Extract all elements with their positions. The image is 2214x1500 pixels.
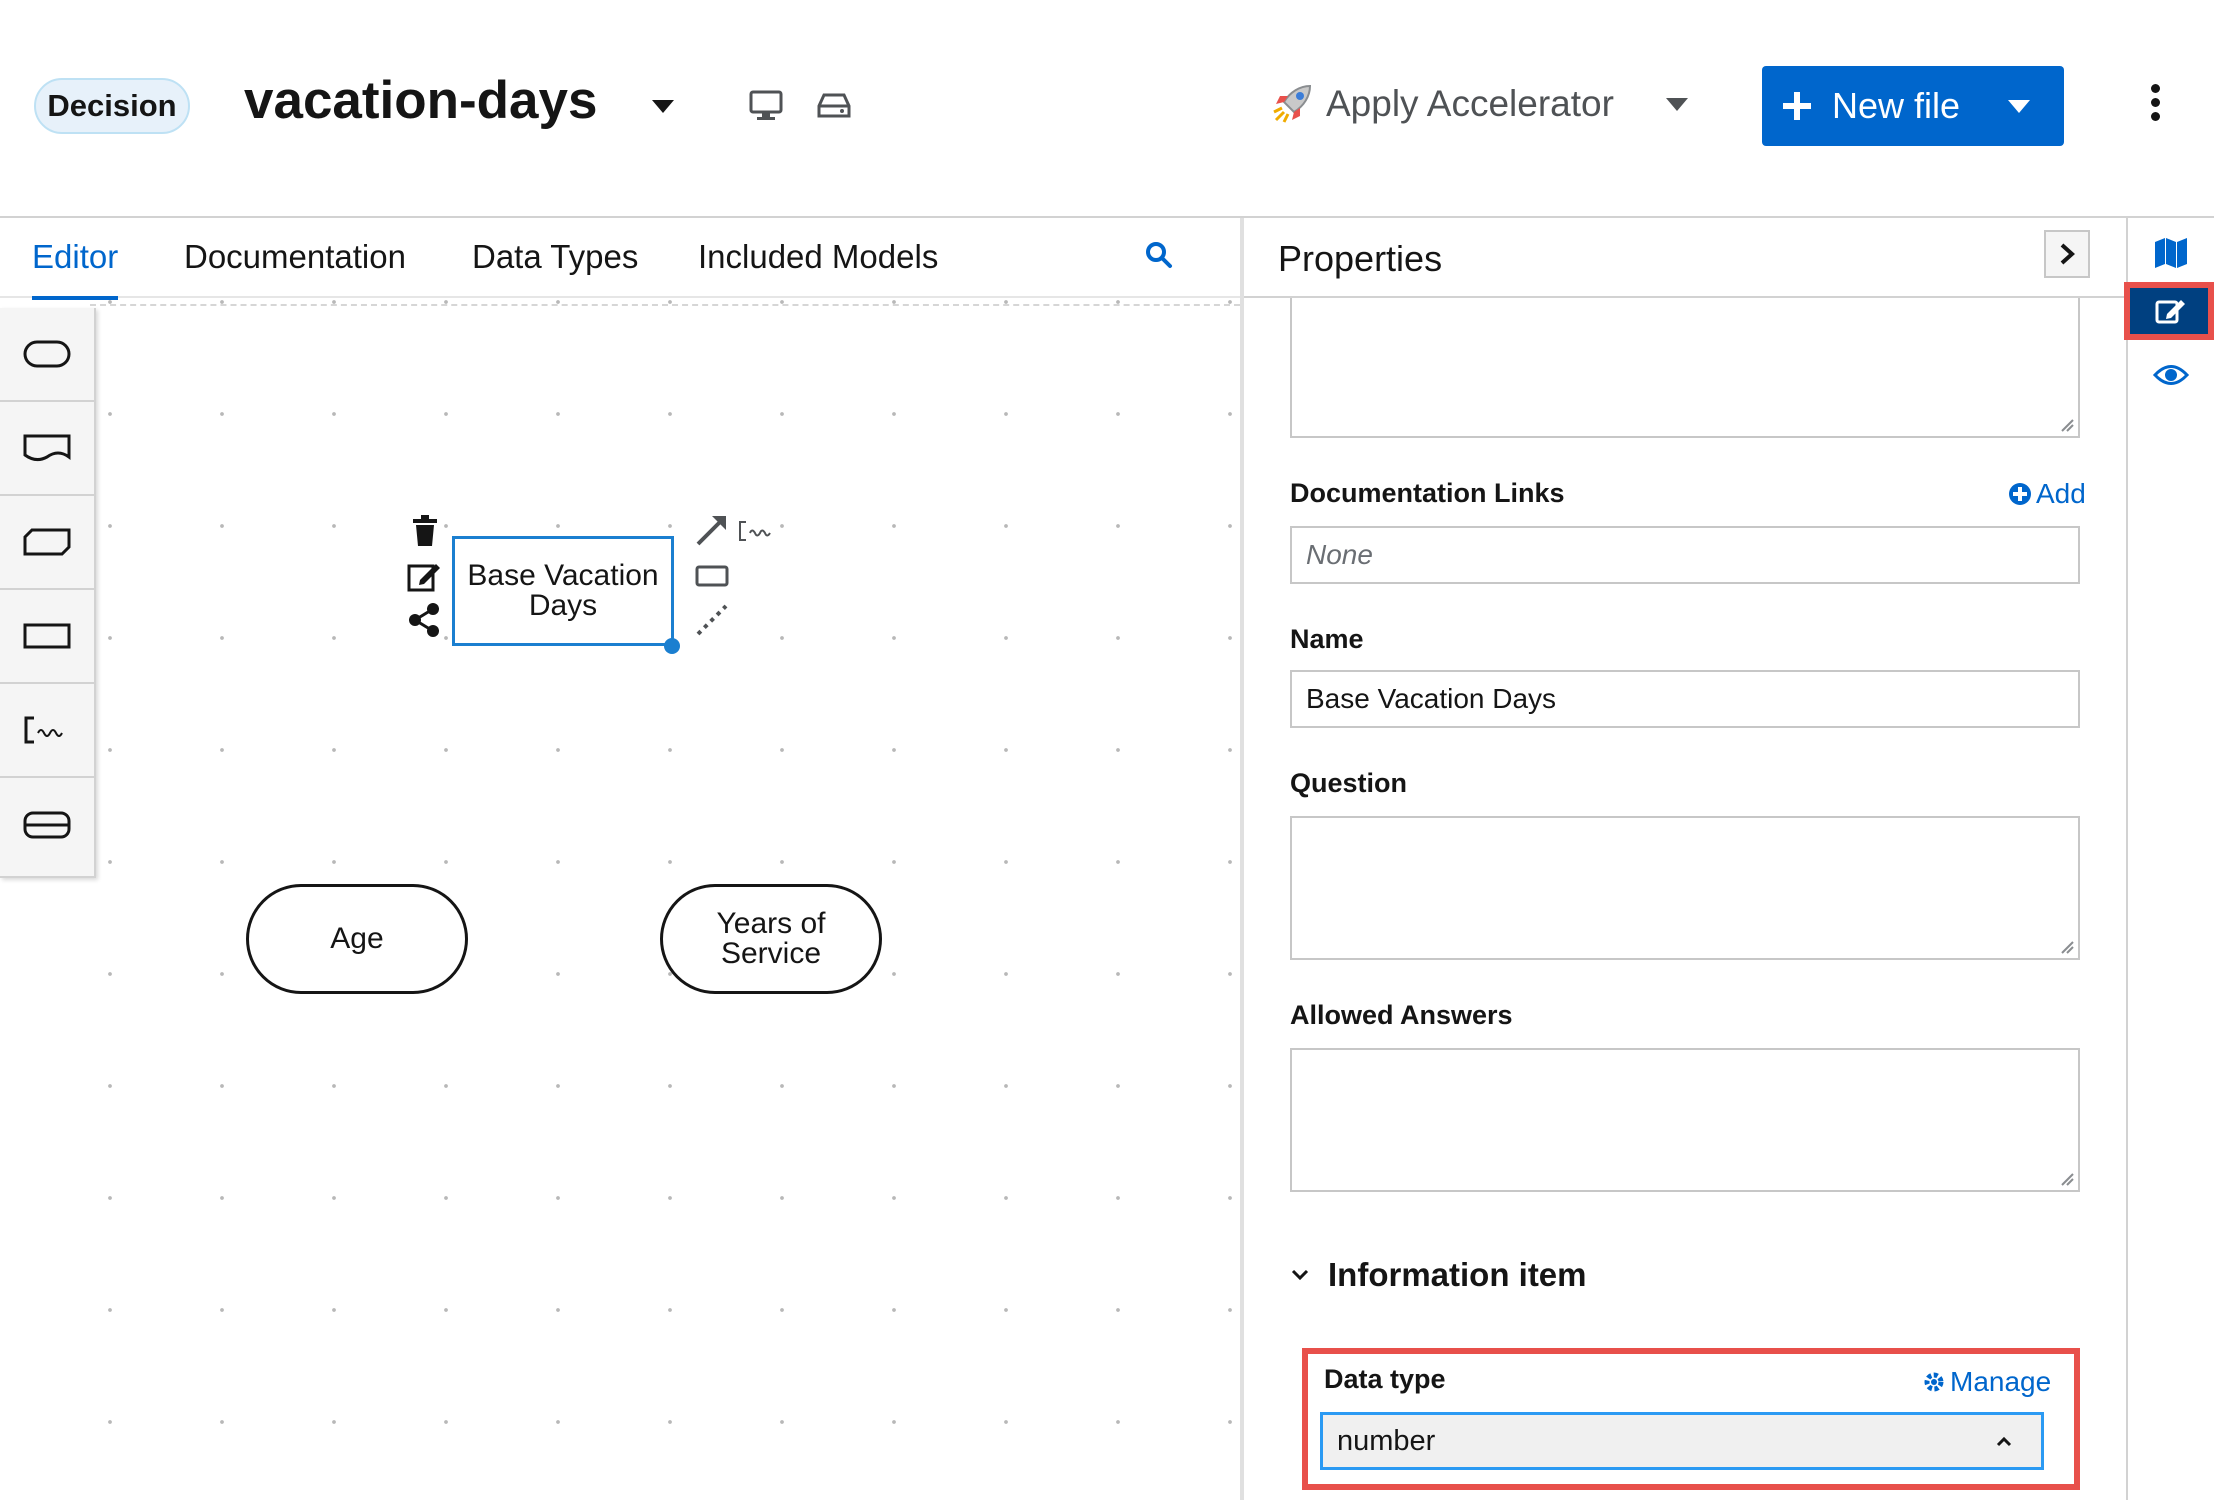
add-label: Add: [2036, 478, 2086, 509]
information-item-section-toggle[interactable]: Information item: [1290, 1256, 1587, 1294]
question-textarea[interactable]: [1290, 816, 2080, 960]
diagram-canvas[interactable]: [0, 298, 1240, 1500]
morph-shape-icon[interactable]: [694, 562, 730, 590]
documentation-links-label: Documentation Links: [1290, 478, 1565, 508]
palette-business-knowledge[interactable]: [0, 496, 94, 590]
properties-title: Properties: [1278, 238, 1443, 279]
description-textarea[interactable]: [1290, 298, 2080, 438]
palette-input-data[interactable]: [0, 308, 94, 402]
input-data-node-age[interactable]: Age: [246, 884, 468, 994]
tab-data-types[interactable]: Data Types: [472, 238, 638, 276]
new-file-label: New file: [1832, 85, 1961, 126]
chevron-down-icon: [1291, 1269, 1309, 1281]
palette-decision[interactable]: [0, 590, 94, 684]
file-menu-caret-icon[interactable]: [652, 100, 674, 113]
name-input[interactable]: Base Vacation Days: [1290, 670, 2080, 728]
name-label: Name: [1290, 624, 1364, 654]
data-type-value: number: [1337, 1424, 1436, 1457]
map-icon: [2155, 238, 2187, 268]
shape-palette: [0, 308, 96, 878]
chevron-right-icon: [2060, 243, 2075, 265]
editor-tabs: Editor Documentation Data Types Included…: [0, 218, 1240, 300]
apply-accelerator-label: Apply Accelerator: [1326, 83, 1614, 124]
accelerator-caret-icon: [1665, 97, 1688, 111]
edit-button-highlight-box: [2124, 282, 2214, 340]
node-label: Base Vacation Days: [467, 559, 659, 622]
navigator-map-button[interactable]: [2128, 222, 2214, 284]
eye-icon: [2153, 365, 2189, 385]
add-documentation-link-button[interactable]: Add: [2008, 478, 2086, 510]
tab-included-models[interactable]: Included Models: [698, 238, 938, 276]
hard-drive-icon[interactable]: [816, 92, 852, 120]
tab-documentation[interactable]: Documentation: [184, 238, 406, 276]
app-header: Decision vacation-days Apply Accelerator…: [0, 0, 2214, 218]
decision-badge: Decision: [34, 78, 190, 134]
edit-icon[interactable]: [406, 560, 442, 594]
plus-icon: [1783, 92, 1811, 120]
file-title[interactable]: vacation-days: [244, 70, 597, 131]
share-icon[interactable]: [406, 602, 442, 638]
search-icon[interactable]: [1144, 240, 1174, 270]
canvas-boundary: [90, 304, 1240, 306]
decision-node-base-vacation-days[interactable]: Base Vacation Days: [452, 536, 674, 646]
allowed-answers-textarea[interactable]: [1290, 1048, 2080, 1192]
knowledge-source-shape-icon: [23, 434, 71, 462]
manage-label: Manage: [1950, 1366, 2052, 1397]
information-item-label: Information item: [1328, 1256, 1587, 1293]
documentation-links-field[interactable]: None: [1290, 526, 2080, 584]
text-annotation-shape-icon: [24, 716, 63, 744]
data-type-label: Data type: [1324, 1364, 1446, 1394]
gear-icon: [1924, 1372, 1944, 1392]
collapse-panel-button[interactable]: [2044, 230, 2090, 278]
right-rail: [2126, 218, 2214, 1500]
node-label: Years of Service: [716, 907, 826, 970]
preview-button[interactable]: [2128, 344, 2214, 406]
node-label: Age: [330, 922, 384, 955]
resize-grip-icon[interactable]: [2060, 418, 2074, 432]
allowed-answers-label: Allowed Answers: [1290, 1000, 1513, 1030]
decision-service-shape-icon: [23, 811, 71, 839]
new-file-button[interactable]: New file: [1762, 66, 2064, 146]
new-file-caret-icon[interactable]: [2008, 99, 2031, 113]
name-value: Base Vacation Days: [1306, 683, 1557, 714]
chevron-up-icon: [1996, 1436, 2012, 1447]
resize-handle[interactable]: [664, 638, 680, 654]
kebab-menu-icon[interactable]: [2140, 84, 2170, 128]
annotation-icon[interactable]: [738, 520, 778, 542]
input-data-shape-icon: [23, 340, 71, 368]
documentation-links-placeholder: None: [1306, 539, 1373, 570]
rocket-icon: [1273, 84, 1312, 123]
resize-grip-icon[interactable]: [2060, 940, 2074, 954]
palette-decision-service[interactable]: [0, 778, 94, 872]
palette-knowledge-source[interactable]: [0, 402, 94, 496]
manage-data-types-button[interactable]: Manage: [1922, 1366, 2051, 1398]
apply-accelerator-button[interactable]: Apply Accelerator: [1270, 82, 1688, 126]
input-data-node-years-of-service[interactable]: Years of Service: [660, 884, 882, 994]
resize-grip-icon[interactable]: [2060, 1172, 2074, 1186]
tab-editor[interactable]: Editor: [32, 238, 119, 300]
connector-arrow-icon[interactable]: [694, 512, 730, 548]
data-type-select[interactable]: number: [1320, 1412, 2044, 1470]
question-label: Question: [1290, 768, 1408, 798]
plus-circle-icon: [2009, 483, 2031, 505]
dotted-connector-icon[interactable]: [694, 602, 730, 638]
business-knowledge-shape-icon: [23, 528, 71, 556]
trash-icon[interactable]: [410, 514, 440, 548]
decision-shape-icon: [23, 623, 71, 649]
desktop-icon[interactable]: [748, 90, 784, 122]
palette-text-annotation[interactable]: [0, 684, 94, 778]
